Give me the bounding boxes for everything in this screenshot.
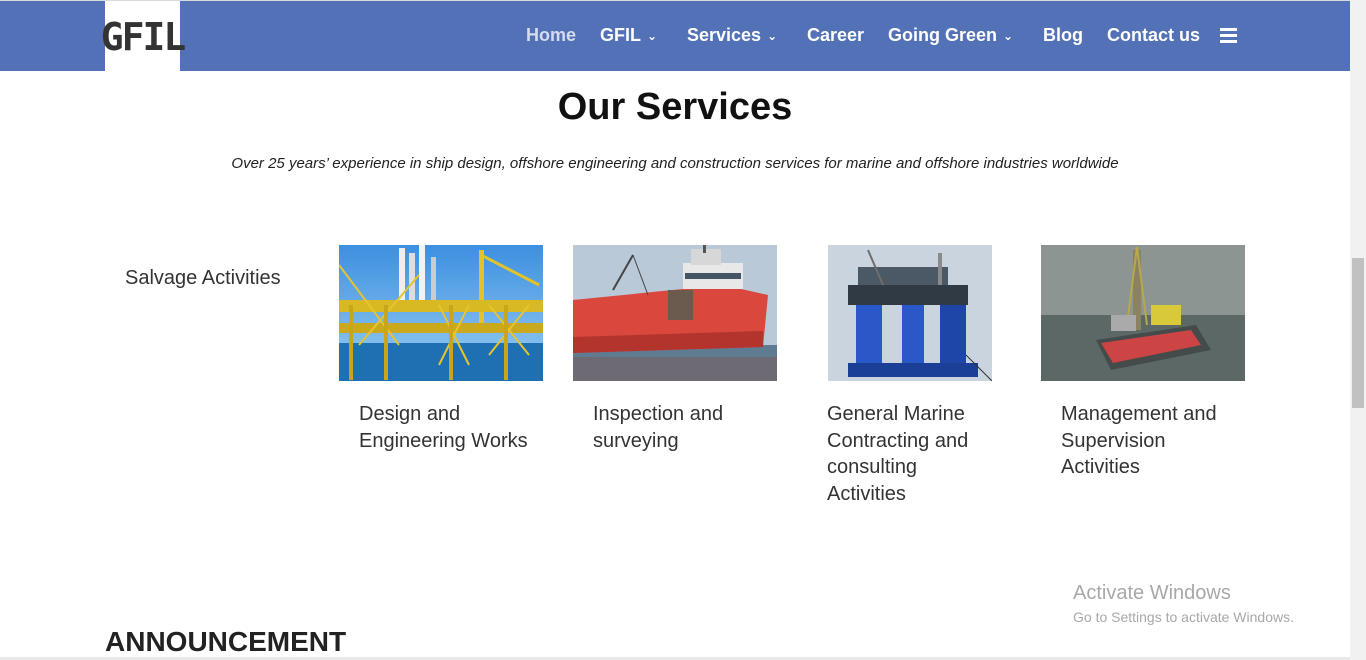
salvage-activities-link[interactable]: Salvage Activities bbox=[125, 267, 281, 290]
watermark-line1: Activate Windows bbox=[1073, 582, 1231, 604]
chevron-down-icon: ⌄ bbox=[647, 28, 658, 43]
semi-submersible-diagram[interactable] bbox=[828, 245, 992, 381]
section-subtitle: Over 25 years’ experience in ship design… bbox=[231, 155, 1119, 172]
nav-career[interactable]: Career bbox=[807, 25, 864, 46]
nav-home[interactable]: Home bbox=[526, 25, 576, 46]
page-scrollbar[interactable] bbox=[1350, 0, 1366, 660]
nav-services-label: Services bbox=[687, 25, 762, 45]
nav-going-green-label: Going Green bbox=[888, 25, 998, 45]
nav-career-label: Career bbox=[807, 25, 865, 45]
section-title: Our Services bbox=[557, 86, 793, 128]
service-card-title[interactable]: Design and Engineering Works bbox=[359, 401, 529, 454]
nav-services[interactable]: Services ⌄ bbox=[687, 25, 777, 46]
service-card-title[interactable]: Management and Supervision Activities bbox=[1061, 401, 1231, 481]
nav-going-green[interactable]: Going Green ⌄ bbox=[888, 25, 1013, 46]
chevron-down-icon: ⌄ bbox=[1003, 28, 1014, 43]
drilling-rig-photo[interactable] bbox=[1041, 245, 1245, 381]
service-card-title[interactable]: Inspection and surveying bbox=[593, 401, 763, 454]
nav-blog[interactable]: Blog bbox=[1043, 25, 1083, 46]
nav-gfil[interactable]: GFIL ⌄ bbox=[600, 25, 657, 46]
chevron-down-icon: ⌄ bbox=[767, 28, 778, 43]
windows-activation-watermark: Activate Windows Go to Settings to activ… bbox=[1073, 582, 1294, 625]
scrollbar-thumb[interactable] bbox=[1352, 258, 1364, 408]
watermark-line2: Go to Settings to activate Windows. bbox=[1073, 609, 1294, 625]
navbar: GFIL Home GFIL ⌄ Services ⌄ Career Going… bbox=[0, 0, 1350, 72]
hamburger-icon[interactable] bbox=[1220, 28, 1237, 44]
service-card-title[interactable]: General Marine Contracting and consultin… bbox=[827, 401, 997, 507]
announcement-heading: ANNOUNCEMENT bbox=[105, 626, 347, 657]
nav-contact-label: Contact us bbox=[1107, 25, 1201, 45]
nav-contact[interactable]: Contact us bbox=[1107, 25, 1200, 46]
logo-text: GFIL bbox=[100, 14, 187, 59]
red-vessel-photo[interactable] bbox=[573, 245, 777, 381]
nav-gfil-label: GFIL bbox=[600, 25, 641, 45]
offshore-platform-photo[interactable] bbox=[339, 245, 543, 381]
site-logo[interactable]: GFIL bbox=[101, 1, 186, 72]
nav-blog-label: Blog bbox=[1043, 25, 1083, 45]
nav-home-label: Home bbox=[526, 25, 577, 45]
